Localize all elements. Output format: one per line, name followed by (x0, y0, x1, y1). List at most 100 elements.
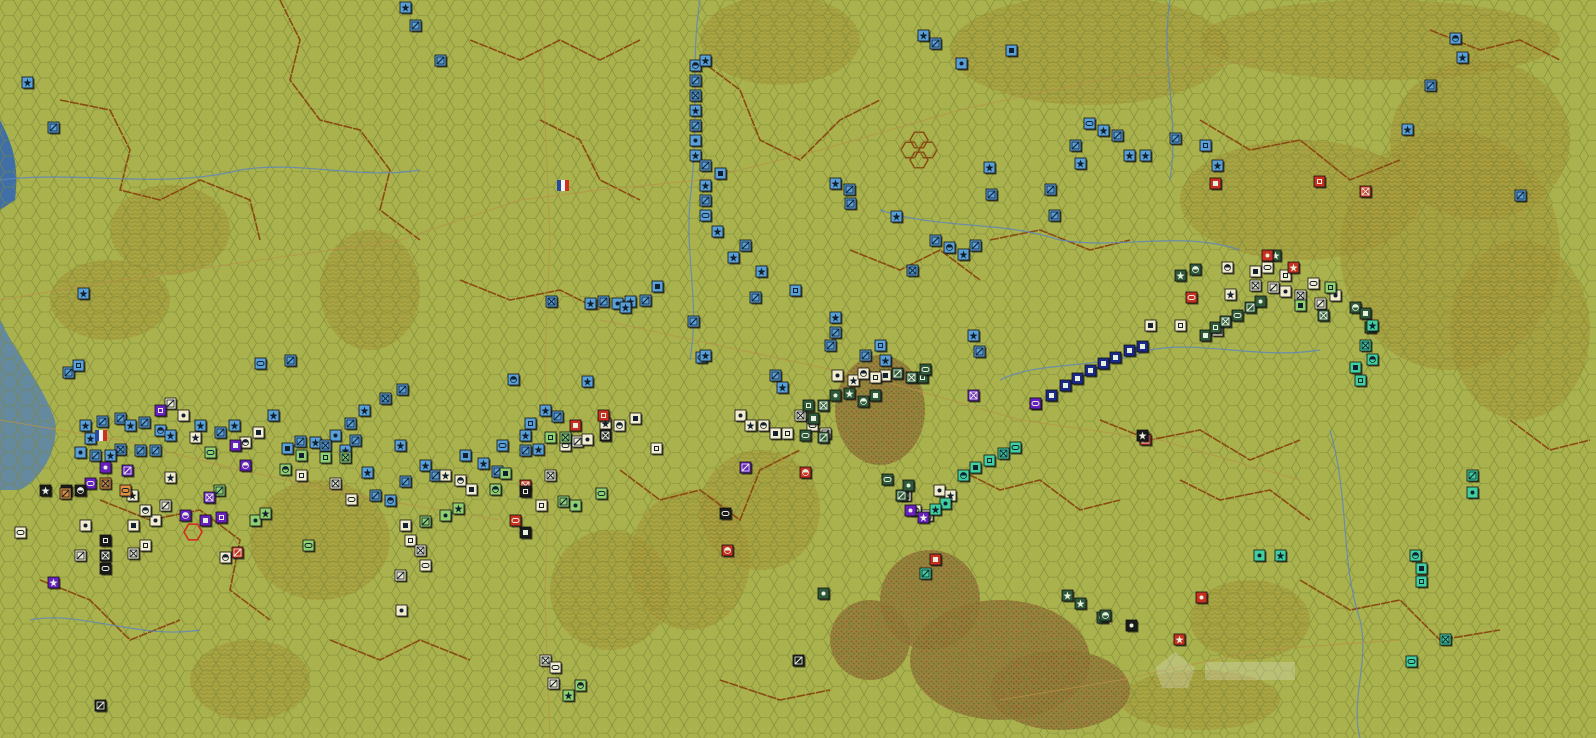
unit-counter[interactable] (319, 439, 333, 453)
unit-counter[interactable] (1005, 44, 1019, 58)
unit-counter[interactable] (1261, 261, 1275, 275)
unit-counter[interactable] (94, 699, 108, 713)
unit-counter[interactable] (749, 291, 763, 305)
unit-counter[interactable] (781, 427, 795, 441)
unit-counter[interactable] (231, 546, 245, 560)
unit-counter[interactable] (891, 367, 905, 381)
unit-counter[interactable] (545, 295, 559, 309)
unit-counter[interactable] (584, 297, 598, 311)
unit-counter[interactable] (824, 339, 838, 353)
unit-counter[interactable] (1307, 277, 1321, 291)
unit-counter[interactable] (829, 326, 843, 340)
unit-counter[interactable] (1074, 597, 1088, 611)
unit-counter[interactable] (204, 446, 218, 460)
tricolor-flag-icon[interactable] (95, 430, 107, 441)
unit-counter[interactable] (699, 159, 713, 173)
unit-counter[interactable] (1261, 249, 1275, 263)
unit-counter[interactable] (284, 354, 298, 368)
unit-counter[interactable] (613, 419, 627, 433)
unit-counter[interactable] (1099, 609, 1113, 623)
unit-counter[interactable] (699, 179, 713, 193)
unit-counter[interactable] (99, 562, 113, 576)
unit-counter[interactable] (817, 431, 831, 445)
unit-counter[interactable] (799, 466, 813, 480)
unit-counter[interactable] (973, 345, 987, 359)
unit-counter[interactable] (395, 604, 409, 618)
unit-counter[interactable] (1061, 589, 1075, 603)
unit-counter[interactable] (489, 483, 503, 497)
unit-counter[interactable] (1415, 575, 1429, 589)
unit-counter[interactable] (1313, 175, 1327, 189)
unit-counter[interactable] (574, 679, 588, 693)
unit-counter[interactable] (551, 410, 565, 424)
unit-counter[interactable] (254, 357, 268, 371)
unit-counter[interactable] (929, 553, 943, 567)
unit-counter[interactable] (1029, 397, 1043, 411)
unit-counter[interactable] (459, 449, 473, 463)
unit-counter[interactable] (599, 429, 613, 443)
unit-counter[interactable] (215, 511, 229, 525)
unit-counter[interactable] (829, 311, 843, 325)
unit-counter[interactable] (1211, 159, 1225, 173)
unit-counter[interactable] (179, 509, 193, 523)
unit-counter[interactable] (1279, 285, 1293, 299)
unit-counter[interactable] (969, 461, 983, 475)
unit-counter[interactable] (524, 417, 538, 431)
unit-counter[interactable] (199, 514, 213, 528)
unit-counter[interactable] (349, 434, 363, 448)
unit-counter[interactable] (1267, 281, 1281, 295)
unit-counter[interactable] (699, 209, 713, 223)
unit-counter[interactable] (1249, 279, 1263, 293)
unit-counter[interactable] (829, 389, 843, 403)
unit-counter[interactable] (547, 677, 561, 691)
unit-counter[interactable] (917, 29, 931, 43)
unit-counter[interactable] (259, 507, 273, 521)
unit-counter[interactable] (1294, 299, 1308, 313)
unit-counter[interactable] (1456, 51, 1470, 65)
unit-counter[interactable] (194, 419, 208, 433)
unit-counter[interactable] (929, 503, 943, 517)
unit-counter[interactable] (929, 37, 943, 51)
unit-counter[interactable] (902, 479, 916, 493)
unit-counter[interactable] (507, 373, 521, 387)
unit-counter[interactable] (1111, 129, 1125, 143)
unit-counter[interactable] (983, 161, 997, 175)
unit-counter[interactable] (79, 419, 93, 433)
unit-counter[interactable] (714, 167, 728, 181)
unit-counter[interactable] (769, 369, 783, 383)
unit-counter[interactable] (650, 442, 664, 456)
unit-counter[interactable] (1224, 288, 1238, 302)
unit-counter[interactable] (1366, 353, 1380, 367)
unit-counter[interactable] (99, 549, 113, 563)
unit-counter[interactable] (727, 251, 741, 265)
unit-counter[interactable] (1045, 389, 1059, 403)
unit-counter[interactable] (967, 389, 981, 403)
unit-counter[interactable] (1174, 269, 1188, 283)
unit-counter[interactable] (239, 459, 253, 473)
unit-counter[interactable] (535, 499, 549, 513)
unit-counter[interactable] (394, 439, 408, 453)
unit-counter[interactable] (569, 419, 583, 433)
unit-counter[interactable] (1359, 339, 1373, 353)
unit-counter[interactable] (1084, 364, 1098, 378)
unit-counter[interactable] (1221, 261, 1235, 275)
unit-counter[interactable] (859, 349, 873, 363)
unit-counter[interactable] (519, 485, 533, 499)
unit-counter[interactable] (967, 329, 981, 343)
unit-counter[interactable] (399, 1, 413, 15)
unit-counter[interactable] (1185, 291, 1199, 305)
unit-counter[interactable] (1097, 357, 1111, 371)
unit-counter[interactable] (829, 177, 843, 191)
unit-counter[interactable] (477, 457, 491, 471)
unit-counter[interactable] (252, 426, 266, 440)
unit-counter[interactable] (1514, 189, 1528, 203)
unit-counter[interactable] (1314, 297, 1328, 311)
unit-counter[interactable] (77, 287, 91, 301)
hex-map-canvas[interactable] (0, 0, 1596, 738)
unit-counter[interactable] (595, 487, 609, 501)
unit-counter[interactable] (739, 239, 753, 253)
unit-counter[interactable] (358, 404, 372, 418)
unit-counter[interactable] (776, 381, 790, 395)
unit-counter[interactable] (127, 547, 141, 561)
unit-counter[interactable] (452, 502, 466, 516)
